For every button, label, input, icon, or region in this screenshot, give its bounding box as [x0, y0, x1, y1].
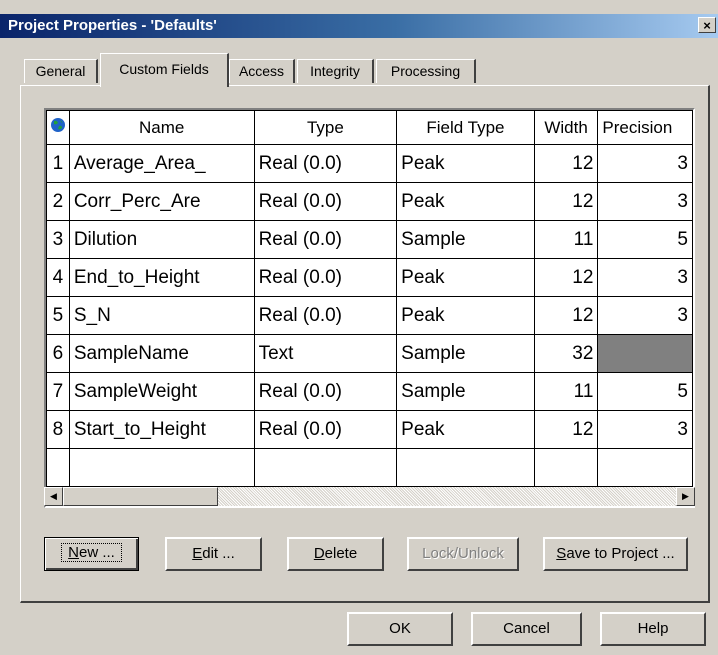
tab-processing[interactable]: Processing	[376, 59, 476, 83]
ok-button[interactable]: OK	[347, 612, 453, 646]
close-icon: ×	[703, 18, 711, 33]
help-button[interactable]: Help	[600, 612, 706, 646]
tab-access[interactable]: Access	[229, 59, 295, 83]
close-button[interactable]: ×	[698, 17, 716, 33]
tab-custom-fields[interactable]: Custom Fields	[100, 53, 229, 87]
project-properties-dialog: Project Properties - 'Defaults' × Genera…	[0, 0, 718, 655]
tab-integrity[interactable]: Integrity	[297, 59, 374, 83]
title-bar[interactable]: Project Properties - 'Defaults' ×	[0, 14, 718, 38]
window-title: Project Properties - 'Defaults'	[8, 17, 217, 34]
cancel-button[interactable]: Cancel	[471, 612, 582, 646]
custom-fields-panel	[20, 85, 710, 603]
tab-general[interactable]: General	[24, 59, 98, 83]
